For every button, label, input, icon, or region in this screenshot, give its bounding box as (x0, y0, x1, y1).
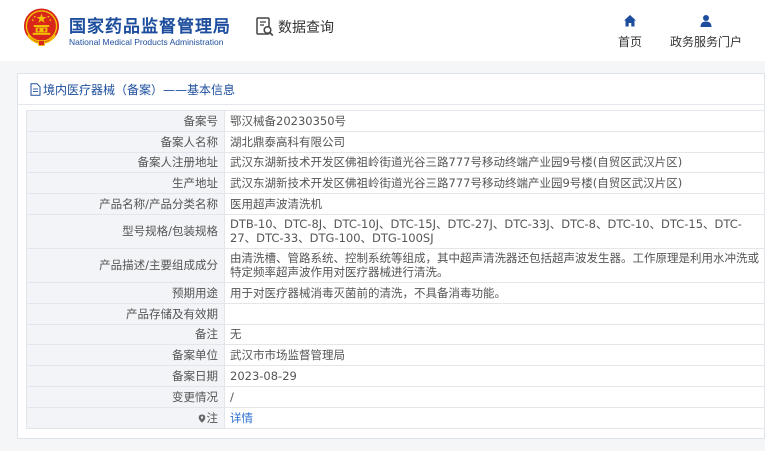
record-panel: 境内医疗器械（备案）——基本信息 备案号 鄂汉械备20230350号 备案人名称… (17, 73, 765, 439)
field-value: 详情 (224, 406, 765, 429)
field-label: 备案单位 (26, 344, 225, 367)
field-label: 生产地址 (26, 172, 225, 195)
details-link[interactable]: 详情 (230, 411, 253, 425)
table-row: 产品存储及有效期 (26, 302, 765, 325)
table-row: 型号规格/包装规格 DTB-10、DTC-8J、DTC-10J、DTC-15J、… (26, 213, 765, 249)
document-search-icon (256, 17, 274, 37)
field-value: 武汉东湖新技术开发区佛祖岭街道光谷三路777号移动终端产业园9号楼(自贸区武汉片… (224, 172, 765, 195)
nav-service-label: 政务服务门户 (669, 35, 742, 49)
field-label: 备案人注册地址 (26, 151, 225, 174)
table-row: 备案日期 2023-08-29 (26, 365, 765, 387)
field-label: 变更情况 (26, 385, 225, 408)
data-search-heading: 数据查询 (256, 17, 334, 37)
home-icon (624, 15, 636, 27)
field-label: 产品描述/主要组成成分 (26, 247, 225, 283)
field-value: 湖北鼎泰高科有限公司 (224, 130, 765, 153)
site-header: 国家药品监督管理局 National Medical Products Admi… (0, 0, 765, 61)
nav-home-label: 首页 (617, 35, 642, 49)
field-value: 用于对医疗器械消毒灭菌前的清洗，不具备消毒功能。 (224, 281, 765, 304)
field-value: 鄂汉械备20230350号 (224, 110, 765, 132)
field-value: 医用超声波清洗机 (224, 193, 765, 215)
nav-home[interactable]: 首页 (614, 14, 646, 50)
national-emblem-icon (23, 8, 60, 46)
location-pin-icon (198, 414, 205, 423)
table-row: 变更情况 / (26, 385, 765, 408)
table-row: 备案人注册地址 武汉东湖新技术开发区佛祖岭街道光谷三路777号移动终端产业园9号… (26, 151, 765, 174)
field-value: DTB-10、DTC-8J、DTC-10J、DTC-15J、DTC-27J、DT… (224, 213, 765, 249)
field-label: 备案日期 (26, 365, 225, 387)
record-table: 备案号 鄂汉械备20230350号 备案人名称 湖北鼎泰高科有限公司 备案人注册… (26, 110, 765, 429)
table-row: 备案人名称 湖北鼎泰高科有限公司 (26, 130, 765, 153)
field-value: 武汉东湖新技术开发区佛祖岭街道光谷三路777号移动终端产业园9号楼(自贸区武汉片… (224, 151, 765, 174)
document-icon (30, 82, 41, 96)
field-value: 由清洗槽、管路系统、控制系统等组成，其中超声清洗器还包括超声波发生器。工作原理是… (224, 247, 765, 283)
table-row: 预期用途 用于对医疗器械消毒灭菌前的清洗，不具备消毒功能。 (26, 281, 765, 304)
note-label-text: 注 (206, 410, 219, 425)
field-label: 产品存储及有效期 (26, 302, 225, 325)
data-search-title: 数据查询 (278, 20, 334, 36)
field-label: 备案号 (26, 110, 225, 132)
table-row: 生产地址 武汉东湖新技术开发区佛祖岭街道光谷三路777号移动终端产业园9号楼(自… (26, 172, 765, 195)
panel-title-text: 境内医疗器械（备案）——基本信息 (43, 82, 236, 97)
user-icon (700, 15, 712, 27)
table-row: 备注 无 (26, 323, 765, 346)
table-row: 注 详情 (26, 406, 765, 429)
panel-title: 境内医疗器械（备案）——基本信息 (18, 74, 765, 105)
field-label: 备案人名称 (26, 130, 225, 153)
table-row: 产品描述/主要组成成分 由清洗槽、管路系统、控制系统等组成，其中超声清洗器还包括… (26, 247, 765, 283)
field-label: 备注 (26, 323, 225, 346)
field-label: 产品名称/产品分类名称 (26, 193, 225, 215)
site-title-cn: 国家药品监督管理局 (69, 17, 231, 37)
table-row: 备案号 鄂汉械备20230350号 (26, 110, 765, 132)
nav-service-portal[interactable]: 政务服务门户 (668, 14, 744, 50)
field-value: / (224, 385, 765, 408)
field-value (224, 302, 765, 325)
table-row: 备案单位 武汉市市场监督管理局 (26, 344, 765, 367)
field-value: 无 (224, 323, 765, 346)
table-row: 产品名称/产品分类名称 医用超声波清洗机 (26, 193, 765, 215)
site-title-en: National Medical Products Administration (69, 37, 224, 47)
note-label: 注 (26, 406, 225, 429)
field-label: 预期用途 (26, 281, 225, 304)
field-value: 2023-08-29 (224, 365, 765, 387)
field-value: 武汉市市场监督管理局 (224, 344, 765, 367)
field-label: 型号规格/包装规格 (26, 213, 225, 249)
